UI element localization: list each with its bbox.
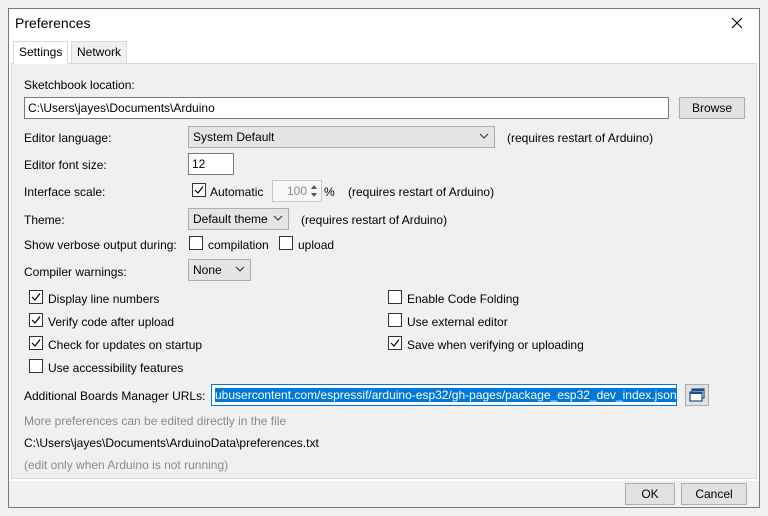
accessibility-checkbox[interactable] bbox=[29, 359, 43, 373]
display-line-numbers-label: Display line numbers bbox=[48, 292, 160, 306]
editor-language-select[interactable]: System Default bbox=[188, 126, 495, 148]
interface-scale-note: (requires restart of Arduino) bbox=[348, 185, 495, 199]
ok-button[interactable]: OK bbox=[625, 483, 675, 505]
external-editor-label: Use external editor bbox=[407, 315, 508, 329]
browse-button[interactable]: Browse bbox=[679, 97, 745, 119]
upload-checkbox[interactable] bbox=[279, 236, 293, 250]
tab-bar: Settings Network bbox=[11, 41, 757, 64]
check-updates-checkbox[interactable] bbox=[29, 336, 43, 350]
theme-label: Theme: bbox=[24, 213, 65, 227]
spinner-arrows-icon[interactable] bbox=[309, 182, 319, 200]
editor-font-size-label: Editor font size: bbox=[24, 158, 107, 172]
checkmark-icon bbox=[194, 186, 204, 194]
compilation-label: compilation bbox=[208, 238, 269, 252]
window-title: Preferences bbox=[15, 15, 91, 31]
compiler-warnings-value: None bbox=[193, 263, 222, 277]
verify-code-label: Verify code after upload bbox=[48, 315, 175, 329]
editor-font-size-field[interactable]: 12 bbox=[188, 153, 234, 175]
sketchbook-location-field[interactable]: C:\Users\jayes\Documents\Arduino bbox=[24, 97, 669, 119]
editor-language-label: Editor language: bbox=[24, 131, 112, 145]
upload-label: upload bbox=[298, 238, 335, 252]
code-folding-label: Enable Code Folding bbox=[407, 292, 520, 306]
preferences-file-path[interactable]: C:\Users\jayes\Documents\ArduinoData\pre… bbox=[24, 436, 319, 450]
chevron-down-icon bbox=[479, 133, 489, 139]
tab-settings[interactable]: Settings bbox=[13, 41, 69, 64]
boards-manager-urls-value: ubusercontent.com/espressif/arduino-esp3… bbox=[215, 388, 677, 402]
external-editor-checkbox[interactable] bbox=[388, 313, 402, 327]
theme-note: (requires restart of Arduino) bbox=[301, 213, 448, 227]
chevron-down-icon bbox=[235, 266, 245, 272]
sketchbook-label: Sketchbook location: bbox=[24, 78, 135, 92]
checkmark-icon bbox=[31, 293, 41, 301]
checkmark-icon bbox=[31, 316, 41, 324]
accessibility-label: Use accessibility features bbox=[48, 361, 184, 375]
save-on-verify-label: Save when verifying or uploading bbox=[407, 338, 584, 352]
settings-panel: Sketchbook location: C:\Users\jayes\Docu… bbox=[11, 63, 757, 479]
more-preferences-note: More preferences can be edited directly … bbox=[24, 414, 287, 428]
theme-value: Default theme bbox=[193, 212, 268, 226]
interface-scale-label: Interface scale: bbox=[24, 185, 106, 199]
boards-manager-label: Additional Boards Manager URLs: bbox=[24, 389, 206, 403]
compiler-warnings-label: Compiler warnings: bbox=[24, 265, 127, 279]
verbose-label: Show verbose output during: bbox=[24, 238, 177, 252]
checkmark-icon bbox=[390, 339, 400, 347]
close-button[interactable] bbox=[715, 9, 759, 37]
checkmark-icon bbox=[31, 339, 41, 347]
dialog-footer: OK Cancel bbox=[9, 481, 759, 507]
boards-manager-urls-field[interactable]: ubusercontent.com/espressif/arduino-esp3… bbox=[211, 384, 677, 406]
automatic-label: Automatic bbox=[210, 185, 264, 199]
editor-language-note: (requires restart of Arduino) bbox=[507, 131, 654, 145]
chevron-down-icon bbox=[273, 215, 283, 221]
save-on-verify-checkbox[interactable] bbox=[388, 336, 402, 350]
cancel-button[interactable]: Cancel bbox=[681, 483, 747, 505]
window-edit-icon bbox=[689, 388, 705, 402]
verify-code-checkbox[interactable] bbox=[29, 313, 43, 327]
automatic-checkbox[interactable] bbox=[192, 183, 206, 197]
title-bar: Preferences bbox=[9, 9, 759, 37]
edit-warning-note: (edit only when Arduino is not running) bbox=[24, 458, 229, 472]
boards-manager-edit-button[interactable] bbox=[685, 384, 709, 406]
preferences-window: Preferences Settings Network Sketchbook … bbox=[8, 8, 760, 508]
display-line-numbers-checkbox[interactable] bbox=[29, 290, 43, 304]
tab-network[interactable]: Network bbox=[71, 41, 128, 63]
compiler-warnings-select[interactable]: None bbox=[188, 259, 251, 281]
check-updates-label: Check for updates on startup bbox=[48, 338, 203, 352]
close-icon bbox=[731, 17, 743, 29]
compilation-checkbox[interactable] bbox=[189, 236, 203, 250]
editor-language-value: System Default bbox=[193, 130, 275, 144]
interface-scale-unit: % bbox=[324, 185, 335, 199]
theme-select[interactable]: Default theme bbox=[188, 208, 289, 230]
code-folding-checkbox[interactable] bbox=[388, 290, 402, 304]
